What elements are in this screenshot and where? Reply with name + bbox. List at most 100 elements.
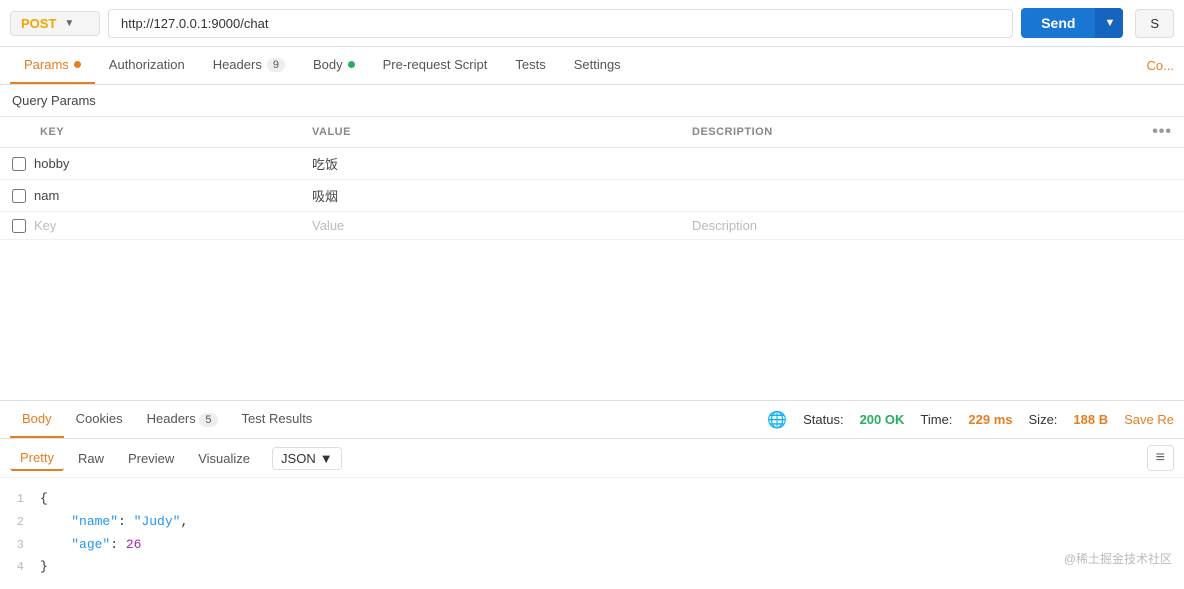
watermark: @稀土掘金技术社区 <box>1064 550 1172 567</box>
settings-tab-label: Settings <box>574 57 621 72</box>
json-format-selector[interactable]: JSON ▼ <box>272 447 342 470</box>
code-line-1: 1 { <box>0 488 1184 511</box>
more-options-icon[interactable]: ••• <box>1152 123 1172 140</box>
code-line-4: 4 } <box>0 556 1184 579</box>
method-chevron-icon: ▼ <box>64 18 74 29</box>
col-header-description: DESCRIPTION <box>680 117 1134 148</box>
row2-checkbox[interactable] <box>12 189 26 203</box>
row1-actions <box>1134 148 1184 180</box>
format-row: Pretty Raw Preview Visualize JSON ▼ ≡ <box>0 439 1184 478</box>
placeholder-checkbox[interactable] <box>12 219 26 233</box>
resp-tab-headers[interactable]: Headers 5 <box>135 401 230 438</box>
raw-label: Raw <box>78 451 104 466</box>
status-value: 200 OK <box>860 412 905 427</box>
tab-headers[interactable]: Headers 9 <box>199 47 299 84</box>
headers-tab-label: Headers <box>213 57 262 72</box>
response-tabs-row: Body Cookies Headers 5 Test Results 🌐 St… <box>0 401 1184 439</box>
size-label: Size: <box>1029 412 1058 427</box>
col-header-key: KEY <box>0 117 300 148</box>
response-status-bar: 🌐 Status: 200 OK Time: 229 ms Size: 188 … <box>767 410 1174 430</box>
line-number-4: 4 <box>0 558 40 577</box>
resp-headers-badge: 5 <box>199 413 217 427</box>
tests-tab-label: Tests <box>515 57 545 72</box>
col-header-actions: ••• <box>1134 117 1184 148</box>
param-key-cell: nam <box>0 180 300 212</box>
line-number-2: 2 <box>0 513 40 532</box>
size-value: 188 B <box>1073 412 1108 427</box>
row2-actions <box>1134 180 1184 212</box>
wrap-button[interactable]: ≡ <box>1147 445 1174 471</box>
authorization-tab-label: Authorization <box>109 57 185 72</box>
body-tab-label: Body <box>313 57 343 72</box>
status-label: Status: <box>803 412 843 427</box>
params-table: KEY VALUE DESCRIPTION ••• hobby 吃饭 <box>0 116 1184 240</box>
resp-body-label: Body <box>22 411 52 426</box>
code-line-3: 3 "age": 26 <box>0 534 1184 557</box>
body-dot <box>348 61 355 68</box>
row1-description[interactable] <box>680 148 1134 180</box>
fmt-tab-preview[interactable]: Preview <box>118 447 184 470</box>
placeholder-actions <box>1134 212 1184 240</box>
tab-authorization[interactable]: Authorization <box>95 47 199 84</box>
method-label: POST <box>21 16 56 31</box>
tab-tests[interactable]: Tests <box>501 47 559 84</box>
headers-badge: 9 <box>267 58 285 72</box>
method-selector[interactable]: POST ▼ <box>10 11 100 36</box>
resp-tab-body[interactable]: Body <box>10 401 64 438</box>
code-block: 1 { 2 "name": "Judy", 3 "age": 26 4 } <box>0 478 1184 589</box>
line-number-3: 3 <box>0 536 40 555</box>
code-content-4: } <box>40 557 48 578</box>
save-response-button[interactable]: Save Re <box>1124 412 1174 427</box>
resp-tab-test-results[interactable]: Test Results <box>230 401 325 438</box>
send-button[interactable]: Send <box>1021 8 1095 38</box>
time-value: 229 ms <box>968 412 1012 427</box>
response-section: Body Cookies Headers 5 Test Results 🌐 St… <box>0 400 1184 589</box>
code-line-2: 2 "name": "Judy", <box>0 511 1184 534</box>
empty-area <box>0 240 1184 400</box>
preview-label: Preview <box>128 451 174 466</box>
params-tab-label: Params <box>24 57 69 72</box>
url-input[interactable] <box>108 9 1013 38</box>
send-dropdown-button[interactable]: ▼ <box>1095 8 1123 38</box>
pretty-label: Pretty <box>20 450 54 465</box>
resp-cookies-label: Cookies <box>76 411 123 426</box>
row1-value[interactable]: 吃饭 <box>300 148 680 180</box>
table-row: nam 吸烟 <box>0 180 1184 212</box>
placeholder-key[interactable]: Key <box>34 218 56 233</box>
send-button-group: Send ▼ <box>1021 8 1123 38</box>
tab-body[interactable]: Body <box>299 47 369 84</box>
col-header-value: VALUE <box>300 117 680 148</box>
fmt-tab-pretty[interactable]: Pretty <box>10 446 64 471</box>
table-row: hobby 吃饭 <box>0 148 1184 180</box>
tab-settings[interactable]: Settings <box>560 47 635 84</box>
row2-key[interactable]: nam <box>34 188 59 203</box>
resp-headers-label: Headers <box>147 411 196 426</box>
globe-icon: 🌐 <box>767 410 787 430</box>
tab-overflow[interactable]: Co... <box>1147 58 1174 73</box>
tab-prerequest[interactable]: Pre-request Script <box>369 47 502 84</box>
resp-tab-cookies[interactable]: Cookies <box>64 401 135 438</box>
row2-description[interactable] <box>680 180 1134 212</box>
placeholder-value[interactable]: Value <box>300 212 680 240</box>
row1-checkbox[interactable] <box>12 157 26 171</box>
code-content-1: { <box>40 489 48 510</box>
row2-value[interactable]: 吸烟 <box>300 180 680 212</box>
line-number-1: 1 <box>0 490 40 509</box>
row1-key[interactable]: hobby <box>34 156 69 171</box>
fmt-tab-visualize[interactable]: Visualize <box>188 447 260 470</box>
code-content-3: "age": 26 <box>40 535 141 556</box>
resp-test-results-label: Test Results <box>242 411 313 426</box>
save-button[interactable]: S <box>1135 9 1174 38</box>
params-dot <box>74 61 81 68</box>
placeholder-description[interactable]: Description <box>680 212 1134 240</box>
query-params-title: Query Params <box>0 85 1184 116</box>
wrap-icon: ≡ <box>1156 449 1165 466</box>
prerequest-tab-label: Pre-request Script <box>383 57 488 72</box>
code-content-2: "name": "Judy", <box>40 512 188 533</box>
placeholder-key-cell: Key <box>0 212 300 240</box>
tab-params[interactable]: Params <box>10 47 95 84</box>
request-tabs-row: Params Authorization Headers 9 Body Pre-… <box>0 47 1184 85</box>
json-selector-label: JSON <box>281 451 316 466</box>
fmt-tab-raw[interactable]: Raw <box>68 447 114 470</box>
time-label: Time: <box>920 412 952 427</box>
